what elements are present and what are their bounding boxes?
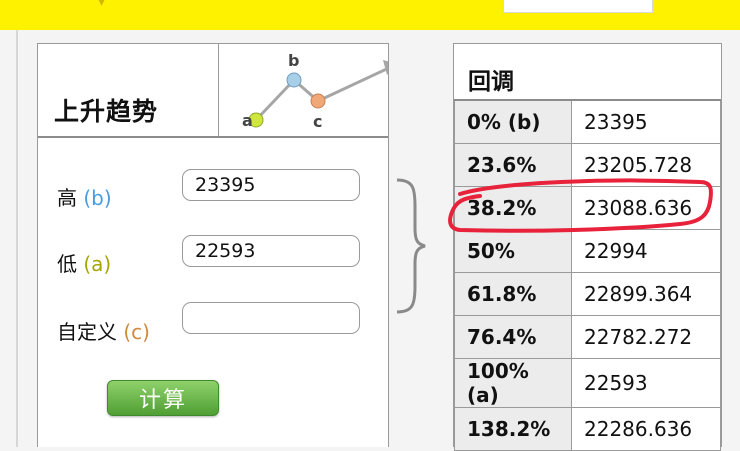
level-cell: 61.8%: [454, 271, 572, 316]
low-label: 低 (a): [57, 248, 111, 277]
table-row: 61.8% 22899.364: [454, 271, 721, 316]
table-row: 50% 22994: [454, 228, 721, 273]
top-arrow-icon: ▾: [98, 0, 106, 10]
calculator-header: 上升趋势 a b c: [38, 44, 388, 138]
value-cell: 22593: [571, 357, 721, 408]
custom-input[interactable]: [182, 302, 360, 334]
curly-brace-icon: [396, 178, 426, 314]
level-cell: 38.2%: [454, 185, 572, 230]
retracement-panel: 回调 0% (b) 23395 23.6% 23205.728 38.2% 23…: [453, 43, 722, 451]
level-cell: 50%: [454, 228, 572, 273]
left-border: [16, 30, 18, 447]
value-cell: 22899.364: [571, 271, 721, 316]
value-cell: 22782.272: [571, 314, 721, 359]
point-c-label: c: [313, 112, 322, 131]
calculate-button[interactable]: 计算: [107, 380, 219, 416]
high-label-text: 高: [57, 186, 77, 210]
level-cell: 0% (b): [454, 99, 572, 144]
low-key: (a): [83, 252, 112, 276]
custom-label-text: 自定义: [57, 320, 117, 344]
value-cell: 22994: [571, 228, 721, 273]
level-cell: 76.4%: [454, 314, 572, 359]
value-cell: 22286.636: [571, 406, 721, 451]
calculator-panel: 上升趋势 a b c 高 (b) 低 (a) 自定义 (c): [37, 43, 389, 447]
high-input[interactable]: [182, 169, 360, 201]
high-label: 高 (b): [57, 182, 112, 211]
retracement-table: 0% (b) 23395 23.6% 23205.728 38.2% 23088…: [454, 99, 721, 451]
custom-label: 自定义 (c): [57, 316, 150, 345]
low-input[interactable]: [182, 235, 360, 267]
table-row: 0% (b) 23395: [454, 99, 721, 144]
retracement-title: 回调: [468, 69, 514, 95]
point-b-label: b: [288, 51, 299, 70]
top-bar: ▾: [0, 0, 740, 30]
table-row: 23.6% 23205.728: [454, 142, 721, 187]
uptrend-icon: a b c: [219, 44, 388, 136]
level-cell: 23.6%: [454, 142, 572, 187]
table-row: 76.4% 22782.272: [454, 314, 721, 359]
level-cell: 100% (a): [454, 357, 572, 408]
table-row: 138.2% 22286.636: [454, 406, 721, 451]
top-search-box[interactable]: [503, 0, 653, 13]
table-row: 100% (a) 22593: [454, 357, 721, 408]
low-label-text: 低: [57, 252, 77, 276]
trend-title: 上升趋势: [54, 97, 159, 126]
high-key: (b): [83, 186, 112, 210]
value-cell: 23395: [571, 99, 721, 144]
value-cell: 23205.728: [571, 142, 721, 187]
value-cell: 23088.636: [571, 185, 721, 230]
level-cell: 138.2%: [454, 406, 572, 451]
custom-key: (c): [123, 320, 150, 344]
table-row: 38.2% 23088.636: [454, 185, 721, 230]
point-a-label: a: [242, 111, 253, 130]
